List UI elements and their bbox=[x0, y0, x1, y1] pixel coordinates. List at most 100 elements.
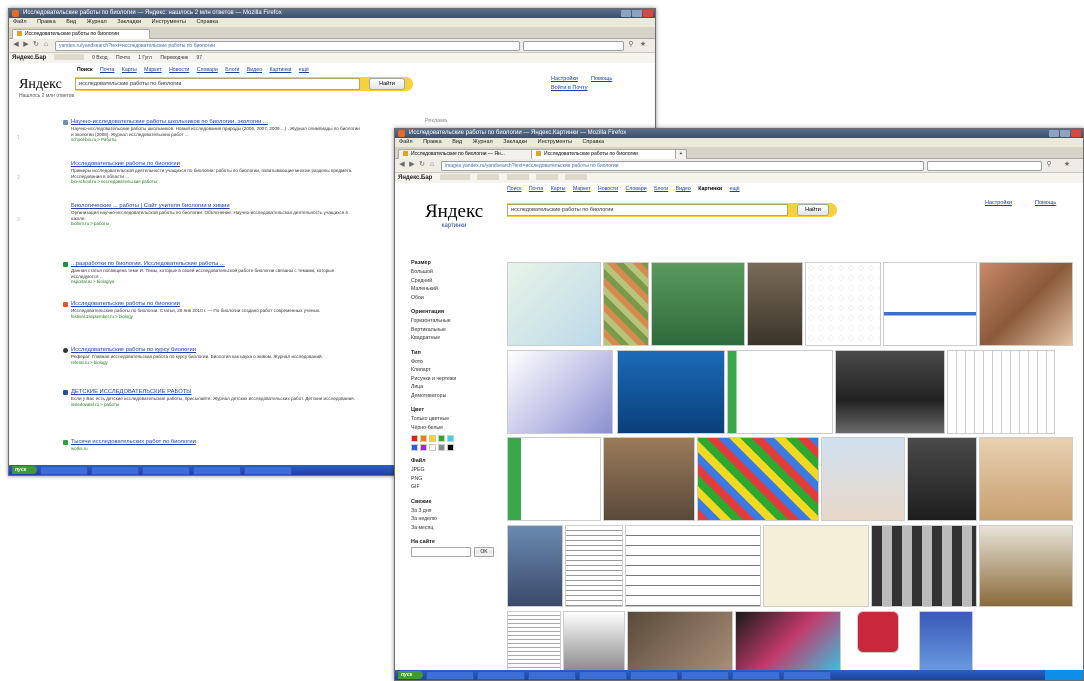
color-swatch[interactable] bbox=[438, 435, 445, 442]
service-maps[interactable]: Карты bbox=[551, 186, 566, 192]
image-thumbnail[interactable] bbox=[763, 525, 869, 607]
service-mail[interactable]: Почта bbox=[529, 186, 543, 192]
menu-view[interactable]: Вид bbox=[66, 19, 76, 25]
service-maps[interactable]: Карты bbox=[122, 67, 137, 73]
filter-option[interactable]: За неделю bbox=[411, 515, 501, 524]
window-titlebar[interactable]: Исследовательские работы по биологии — Я… bbox=[395, 129, 1083, 138]
filter-option[interactable]: Обои bbox=[411, 294, 501, 303]
color-swatch[interactable] bbox=[411, 435, 418, 442]
service-news[interactable]: Новости bbox=[598, 186, 618, 192]
image-thumbnail[interactable] bbox=[617, 350, 725, 434]
yabar-widget[interactable] bbox=[477, 174, 500, 180]
filter-option[interactable]: Вертикальные bbox=[411, 326, 501, 335]
mail-login-link[interactable]: Войти в Почту bbox=[551, 85, 587, 91]
settings-link[interactable]: Настройки bbox=[551, 76, 578, 82]
service-mail[interactable]: Почта bbox=[100, 67, 114, 73]
menu-tools[interactable]: Инструменты bbox=[152, 19, 186, 25]
close-button[interactable] bbox=[643, 10, 653, 17]
search-input[interactable]: исследовательские работы по биологии bbox=[507, 204, 788, 216]
result-title-link[interactable]: Исследовательские работы по биологии bbox=[71, 161, 361, 168]
result-url[interactable]: issledovatel.ru > работы bbox=[71, 402, 361, 408]
browser-search-field[interactable] bbox=[927, 161, 1042, 171]
result-title-link[interactable]: ДЕТСКИЕ ИССЛЕДОВАТЕЛЬСКИЕ РАБОТЫ bbox=[71, 389, 361, 396]
image-thumbnail[interactable] bbox=[507, 262, 601, 346]
filter-option[interactable]: За месяц bbox=[411, 524, 501, 533]
yabar-item[interactable]: Переводчик bbox=[160, 55, 188, 61]
minimize-button[interactable] bbox=[1049, 130, 1059, 137]
filter-option[interactable]: GIF bbox=[411, 483, 501, 492]
taskbar-button[interactable] bbox=[244, 465, 292, 475]
yabar-widget[interactable] bbox=[565, 174, 588, 180]
bookmark-star-icon[interactable]: ★ bbox=[1063, 161, 1071, 169]
result-title-link[interactable]: Исследовательские работы по курсу биолог… bbox=[71, 347, 361, 354]
tab-images[interactable]: Исследовательские работы по биологии bbox=[531, 149, 681, 159]
home-icon[interactable]: ⌂ bbox=[428, 161, 436, 169]
taskbar-button[interactable] bbox=[528, 670, 576, 680]
result-url[interactable]: referat.ru > biology bbox=[71, 360, 361, 366]
filter-option[interactable]: Клипарт bbox=[411, 366, 501, 375]
filter-option[interactable]: Чёрно-белые bbox=[411, 424, 501, 433]
filter-option[interactable]: Маленький bbox=[411, 285, 501, 294]
result-url[interactable]: biohim.ru > работы bbox=[71, 221, 361, 227]
color-swatch[interactable] bbox=[447, 444, 454, 451]
back-arrow-icon[interactable]: ◀ bbox=[398, 161, 406, 169]
forward-arrow-icon[interactable]: ▶ bbox=[22, 41, 30, 49]
result-url[interactable]: bio-school.ru > исследовательские работы bbox=[71, 179, 361, 185]
taskbar-button[interactable] bbox=[193, 465, 241, 475]
menu-file[interactable]: Файл bbox=[399, 139, 413, 145]
start-button[interactable]: пуск bbox=[12, 466, 37, 474]
taskbar-button[interactable] bbox=[426, 670, 474, 680]
image-thumbnail[interactable] bbox=[835, 350, 945, 434]
image-thumbnail[interactable] bbox=[821, 437, 905, 521]
bookmark-star-icon[interactable]: ★ bbox=[639, 41, 647, 49]
color-swatch[interactable] bbox=[438, 444, 445, 451]
reload-icon[interactable]: ↻ bbox=[32, 41, 40, 49]
image-thumbnail[interactable] bbox=[919, 611, 973, 673]
back-arrow-icon[interactable]: ◀ bbox=[12, 41, 20, 49]
settings-link[interactable]: Настройки bbox=[985, 200, 1012, 206]
search-input[interactable]: исследовательские работы по биологии bbox=[75, 78, 360, 90]
filter-option[interactable]: Квадратные bbox=[411, 334, 501, 343]
taskbar-button[interactable] bbox=[630, 670, 678, 680]
menu-edit[interactable]: Правка bbox=[423, 139, 442, 145]
taskbar-button[interactable] bbox=[477, 670, 525, 680]
taskbar-button[interactable] bbox=[732, 670, 780, 680]
address-bar[interactable]: images.yandex.ru/yandsearch?text=исследо… bbox=[441, 161, 924, 171]
maximize-button[interactable] bbox=[632, 10, 642, 17]
result-title-link[interactable]: Биологические ... работы | Сайт учителя … bbox=[71, 203, 361, 210]
image-thumbnail[interactable] bbox=[871, 525, 977, 607]
image-thumbnail[interactable] bbox=[625, 525, 761, 607]
image-thumbnail[interactable] bbox=[735, 611, 841, 673]
result-url[interactable]: nsportal.ru > biologiya bbox=[71, 279, 361, 285]
menu-file[interactable]: Файл bbox=[13, 19, 27, 25]
service-search[interactable]: Поиск bbox=[507, 186, 521, 192]
window-titlebar[interactable]: Исследовательские работы по биологии — Я… bbox=[9, 9, 655, 18]
yabar-item[interactable]: 0 Вход bbox=[92, 55, 107, 61]
taskbar-button[interactable] bbox=[142, 465, 190, 475]
result-title-link[interactable]: Исследовательские работы по биологии bbox=[71, 301, 361, 308]
filter-option[interactable]: Рисунки и чертежи bbox=[411, 375, 501, 384]
image-thumbnail[interactable] bbox=[603, 437, 695, 521]
taskbar-button[interactable] bbox=[783, 670, 831, 680]
yabar-item[interactable]: Почта bbox=[116, 55, 130, 61]
image-thumbnail[interactable] bbox=[979, 262, 1073, 346]
filter-option[interactable]: За 3 дня bbox=[411, 507, 501, 516]
taskbar-button[interactable] bbox=[579, 670, 627, 680]
yandex-bar-label[interactable]: Яндекс.Бар bbox=[12, 55, 46, 61]
color-swatch[interactable] bbox=[429, 444, 436, 451]
image-thumbnail[interactable] bbox=[883, 262, 977, 346]
reload-icon[interactable]: ↻ bbox=[418, 161, 426, 169]
service-blogs[interactable]: Блоги bbox=[654, 186, 668, 192]
image-thumbnail[interactable] bbox=[507, 437, 601, 521]
taskbar-button[interactable] bbox=[91, 465, 139, 475]
result-url[interactable]: works.ru bbox=[71, 446, 361, 452]
service-blogs[interactable]: Блоги bbox=[225, 67, 239, 73]
filter-option[interactable]: Горизонтальные bbox=[411, 317, 501, 326]
service-images[interactable]: Картинки bbox=[698, 186, 722, 192]
image-thumbnail[interactable] bbox=[947, 350, 1055, 434]
search-button[interactable]: Найти bbox=[797, 204, 829, 216]
menu-history[interactable]: Журнал bbox=[87, 19, 107, 25]
menu-view[interactable]: Вид bbox=[452, 139, 462, 145]
minimize-button[interactable] bbox=[621, 10, 631, 17]
image-thumbnail[interactable] bbox=[563, 611, 625, 673]
